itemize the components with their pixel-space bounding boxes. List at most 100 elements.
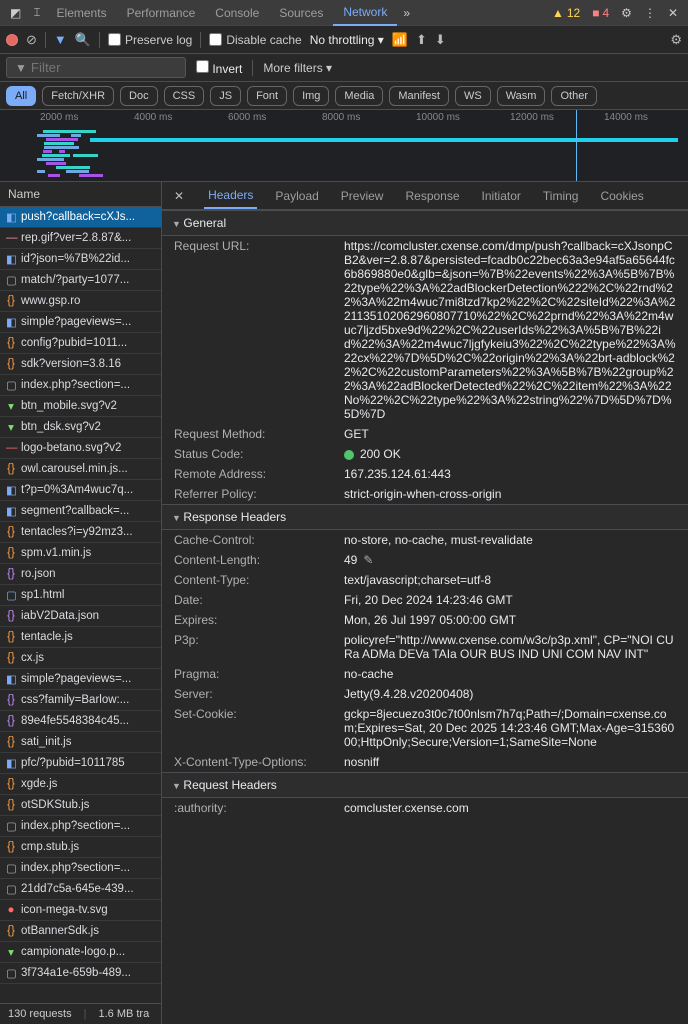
type-chip-css[interactable]: CSS [164,86,205,106]
type-chip-wasm[interactable]: Wasm [497,86,546,106]
request-row[interactable]: {}config?pubid=1011... [0,333,161,354]
request-row[interactable]: {}otBannerSdk.js [0,921,161,942]
type-chip-fetchxhr[interactable]: Fetch/XHR [42,86,114,106]
request-count: 130 requests [8,1008,72,1020]
request-row[interactable]: {}sati_init.js [0,732,161,753]
request-row[interactable]: ●icon-mega-tv.svg [0,900,161,921]
kebab-icon[interactable]: ⋮ [638,2,662,24]
request-row[interactable]: ◧id?json=%7B%22id... [0,249,161,270]
type-chip-manifest[interactable]: Manifest [389,86,449,106]
request-row[interactable]: ◧t?p=0%3Am4wuc7q... [0,480,161,501]
request-row[interactable]: ▢index.php?section=... [0,375,161,396]
type-chip-doc[interactable]: Doc [120,86,158,106]
edit-icon[interactable]: ✎ [363,553,373,567]
errors-badge[interactable]: ■ 4 [586,6,615,20]
close-detail-icon[interactable]: ✕ [168,185,190,207]
request-row[interactable]: ▾btn_mobile.svg?v2 [0,396,161,417]
request-name: index.php?section=... [21,379,130,391]
section-header-request-headers[interactable]: Request Headers [162,772,688,798]
throttling-select[interactable]: No throttling ▾ [310,33,384,47]
request-row[interactable]: ▢sp1.html [0,585,161,606]
request-row[interactable]: {}www.gsp.ro [0,291,161,312]
type-chip-media[interactable]: Media [335,86,383,106]
request-row[interactable]: ◧simple?pageviews=... [0,312,161,333]
type-chip-all[interactable]: All [6,86,36,106]
request-row[interactable]: ▢index.php?section=... [0,858,161,879]
request-name: push?callback=cXJs... [21,211,135,223]
request-row[interactable]: {}tentacles?i=y92mz3... [0,522,161,543]
download-icon[interactable]: ⬇ [435,32,446,48]
detail-tab-initiator[interactable]: Initiator [478,184,525,208]
request-row[interactable]: {}tentacle.js [0,627,161,648]
type-chip-other[interactable]: Other [551,86,597,106]
request-row[interactable]: ◧simple?pageviews=... [0,669,161,690]
tab-console[interactable]: Console [205,1,269,25]
warnings-badge[interactable]: ▲ 12 [546,6,586,20]
request-row[interactable]: {}cmp.stub.js [0,837,161,858]
tab-elements[interactable]: Elements [47,1,117,25]
detail-tab-timing[interactable]: Timing [539,184,583,208]
more-tabs-icon[interactable]: » [397,2,416,24]
request-row[interactable]: {}otSDKStub.js [0,795,161,816]
search-icon[interactable]: 🔍 [75,32,91,48]
request-row[interactable]: {}iabV2Data.json [0,606,161,627]
inspect-icon[interactable]: ◩ [4,2,27,24]
request-row[interactable]: {}89e4fe5548384c45... [0,711,161,732]
name-column-header[interactable]: Name [0,182,161,207]
detail-tab-preview[interactable]: Preview [337,184,388,208]
request-row[interactable]: ▢index.php?section=... [0,816,161,837]
request-row[interactable]: ▢match/?party=1077... [0,270,161,291]
request-row[interactable]: {}spm.v1.min.js [0,543,161,564]
detail-tab-response[interactable]: Response [401,184,463,208]
close-icon[interactable]: ✕ [662,2,684,24]
invert-checkbox[interactable]: Invert [196,60,242,76]
detail-tab-cookies[interactable]: Cookies [596,184,647,208]
request-name: id?json=%7B%22id... [21,253,130,265]
request-row[interactable]: ▾campionate-logo.p... [0,942,161,963]
request-name: simple?pageviews=... [21,316,131,328]
type-chip-js[interactable]: JS [210,86,241,106]
preserve-log-checkbox[interactable]: Preserve log [108,33,192,47]
more-filters-dropdown[interactable]: More filters ▾ [263,61,332,75]
detail-tabs: ✕ Headers Payload Preview Response Initiator… [162,182,688,210]
request-row[interactable]: {}sdk?version=3.8.16 [0,354,161,375]
section-header-response-headers[interactable]: Response Headers [162,504,688,530]
type-chip-ws[interactable]: WS [455,86,491,106]
tab-network[interactable]: Network [333,0,397,26]
detail-tab-payload[interactable]: Payload [271,184,322,208]
request-row[interactable]: ◧pfc/?pubid=1011785 [0,753,161,774]
section-header-general[interactable]: General [162,210,688,236]
header-row: Status Code:200 OK [162,444,688,464]
file-type-icon: {} [6,715,16,727]
filter-toggle-icon[interactable]: ▼ [54,32,67,47]
request-row[interactable]: {}owl.carousel.min.js... [0,459,161,480]
detail-tab-headers[interactable]: Headers [204,183,257,209]
timeline-overview[interactable]: 2000 ms4000 ms6000 ms8000 ms10000 ms1200… [0,110,688,182]
request-row[interactable]: {}ro.json [0,564,161,585]
type-chip-img[interactable]: Img [293,86,329,106]
request-row[interactable]: {}css?family=Barlow:... [0,690,161,711]
settings-icon[interactable]: ⚙ [615,2,638,24]
tab-sources[interactable]: Sources [269,1,333,25]
request-row[interactable]: {}xgde.js [0,774,161,795]
wifi-icon[interactable]: 📶 [392,32,408,48]
type-chip-font[interactable]: Font [247,86,287,106]
request-row[interactable]: ▢21dd7c5a-645e-439... [0,879,161,900]
request-row[interactable]: —rep.gif?ver=2.8.87&... [0,228,161,249]
device-icon[interactable]: ⌶ [27,1,46,24]
upload-icon[interactable]: ⬆ [416,32,427,48]
header-value: Mon, 26 Jul 1997 05:00:00 GMT [344,613,676,627]
request-row[interactable]: ▾btn_dsk.svg?v2 [0,417,161,438]
clear-icon[interactable]: ⊘ [26,32,37,48]
network-settings-icon[interactable]: ⚙ [670,32,682,48]
filter-input[interactable]: ▼ [6,57,186,78]
request-row[interactable]: ◧push?callback=cXJs... [0,207,161,228]
filter-text-input[interactable] [31,60,161,75]
request-row[interactable]: {}cx.js [0,648,161,669]
request-row[interactable]: ◧segment?callback=... [0,501,161,522]
tab-performance[interactable]: Performance [117,1,206,25]
record-button[interactable] [6,34,18,46]
disable-cache-checkbox[interactable]: Disable cache [209,33,301,47]
request-row[interactable]: ▢3f734a1e-659b-489... [0,963,161,984]
request-row[interactable]: —logo-betano.svg?v2 [0,438,161,459]
